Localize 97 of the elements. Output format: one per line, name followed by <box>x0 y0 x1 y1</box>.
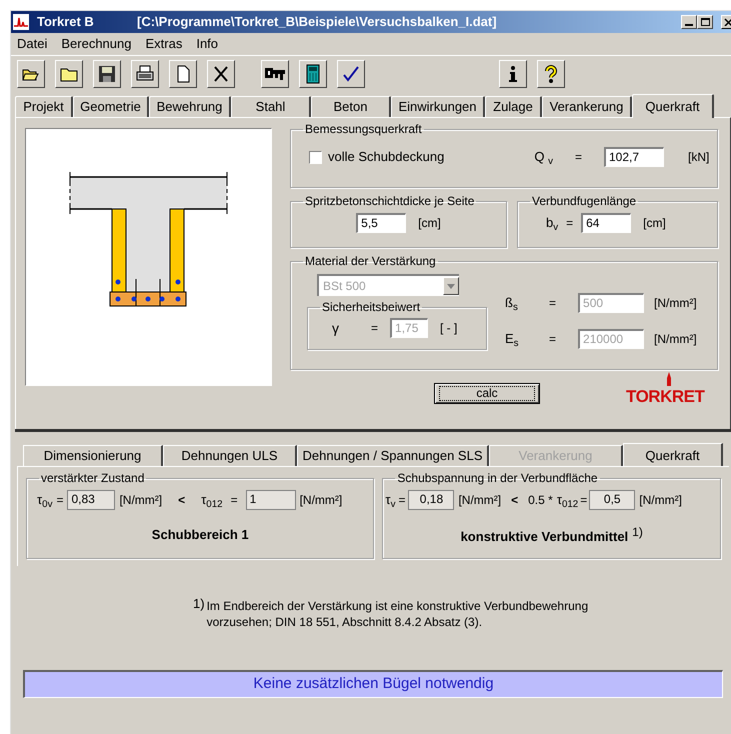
symbol: τ$_{012}$ <box>201 491 223 510</box>
symbol: b$_{v}$ <box>546 214 558 233</box>
tab[interactable]: Einwirkungen <box>391 96 485 117</box>
less-than-sign: < <box>511 492 518 509</box>
input-field[interactable]: 102,7 <box>604 147 664 167</box>
group-title: verstärkter Zustand <box>40 470 146 487</box>
app-icon <box>13 14 29 30</box>
unit: [cm] <box>418 215 441 232</box>
group-title: Sicherheitsbeiwert <box>321 299 422 316</box>
unit: [N/mm²] <box>300 492 342 509</box>
tab[interactable]: Querkraft <box>623 443 723 467</box>
equals-sign: = <box>371 320 378 337</box>
equals-sign: = <box>549 295 556 312</box>
close-button[interactable] <box>721 15 731 29</box>
unit: [N/mm²] <box>654 295 697 312</box>
group-title: Material der Verstärkung <box>304 253 437 270</box>
equals-sign: = <box>56 492 64 509</box>
symbol: ß$_{s}$ <box>505 294 519 313</box>
maximize-button[interactable] <box>697 15 713 29</box>
symbol: γ <box>332 318 339 338</box>
unit: [cm] <box>643 215 666 232</box>
tab[interactable]: Geometrie <box>73 96 149 117</box>
symbol: Q $_{v}$ <box>534 148 553 167</box>
group-title: Bemessungsquerkraft <box>304 121 423 138</box>
equals-sign: = <box>230 492 238 509</box>
equals-sign: = <box>574 149 582 166</box>
toolbar-button[interactable] <box>93 60 121 88</box>
checkbox[interactable] <box>309 150 322 164</box>
tab[interactable]: Zulage <box>485 96 542 117</box>
output-field: 1 <box>246 490 296 510</box>
unit: [N/mm²] <box>654 331 697 348</box>
tab[interactable]: Querkraft <box>632 94 714 118</box>
footnote-text: Im Endbereich der Verstärkung ist eine konstruktive Verbundbewehrung <box>206 598 588 614</box>
file-path: [C:\Programme\Torkret_B\Beispiele\Versuchsbalken_I.dat] <box>137 13 497 32</box>
menu-item[interactable]: Datei <box>17 34 48 54</box>
input-field[interactable]: 64 <box>581 213 632 233</box>
menu-item[interactable]: Info <box>196 34 218 54</box>
equals-sign: = <box>580 492 588 509</box>
logo: TORKRET <box>626 378 704 410</box>
footnote-text: vorzusehen; DIN 18 551, Abschnitt 8.4.2 Absatz (3). <box>206 614 484 630</box>
equals-sign: = <box>549 331 556 348</box>
minimize-icon <box>685 24 693 26</box>
tab[interactable]: Dehnungen ULS <box>163 445 297 466</box>
symbol: E$_{s}$ <box>505 330 520 349</box>
unit: [N/mm²] <box>458 492 502 509</box>
output-field: 0,5 <box>589 490 636 510</box>
checkmark-icon <box>341 64 361 84</box>
maximize-icon <box>700 18 710 26</box>
footnote-mark: 1) <box>193 595 205 613</box>
unit: [ - ] <box>440 320 458 337</box>
dropdown-icon <box>447 284 455 288</box>
unit: [N/mm²] <box>639 492 682 509</box>
result-text: konstruktive Verbundmittel <box>460 528 628 546</box>
menu-item[interactable]: Extras <box>145 34 182 54</box>
toolbar-button[interactable] <box>131 60 159 88</box>
equals-sign: = <box>566 215 574 232</box>
toolbar-button[interactable] <box>537 60 565 88</box>
group-title: Spritzbetonschichtdicke je Seite <box>304 193 476 210</box>
minimize-button[interactable] <box>681 15 697 29</box>
group-title: Verbundfugenlänge <box>531 193 638 210</box>
toolbar-button[interactable] <box>169 60 197 88</box>
symbol: τ$_{0v}$ <box>37 491 52 510</box>
output-field: 0,83 <box>67 490 116 510</box>
printer-icon <box>135 64 155 84</box>
unit: [N/mm²] <box>119 492 162 509</box>
output-field: 0,18 <box>408 490 454 510</box>
tab[interactable]: Bewehrung <box>149 96 231 117</box>
toolbar-button[interactable] <box>499 60 527 88</box>
save-icon <box>97 64 117 84</box>
tab[interactable]: Beton <box>311 96 391 117</box>
menu-item[interactable]: Berechnung <box>61 34 132 54</box>
tab[interactable]: Stahl <box>231 96 311 117</box>
checkbox-label: volle Schubdeckung <box>328 148 444 166</box>
unit: [kN] <box>688 149 710 166</box>
input-field[interactable]: 5,5 <box>356 213 406 233</box>
result-text: Schubbereich 1 <box>152 526 249 544</box>
factor-text: 0.5 * <box>528 492 553 509</box>
footnote-mark: 1) <box>632 524 643 541</box>
close-icon <box>724 18 731 26</box>
calc-button[interactable]: calc <box>434 383 540 404</box>
toolbar-button[interactable] <box>55 60 83 88</box>
group-title: Schubspannung in der Verbundfläche <box>396 470 599 487</box>
tab[interactable]: Dehnungen / Spannungen SLS <box>297 445 489 466</box>
window-title: Torkret B <box>37 13 95 32</box>
equals-sign: = <box>398 492 406 509</box>
less-than-sign: < <box>178 492 186 509</box>
toolbar-button[interactable] <box>299 60 327 88</box>
symbol: τ$_{012}$ <box>556 491 578 510</box>
tower-icon <box>666 372 672 386</box>
toolbar-button[interactable] <box>261 60 289 88</box>
symbol: τ$_{v}$ <box>385 491 396 510</box>
tab[interactable]: Projekt <box>15 96 73 117</box>
toolbar-button[interactable] <box>337 60 365 88</box>
status-message: Keine zusätzlichen Bügel notwendig <box>253 674 494 694</box>
toolbar-button[interactable] <box>207 60 235 88</box>
tab[interactable]: Dimensionierung <box>23 445 163 466</box>
toolbar-button[interactable] <box>17 60 45 88</box>
